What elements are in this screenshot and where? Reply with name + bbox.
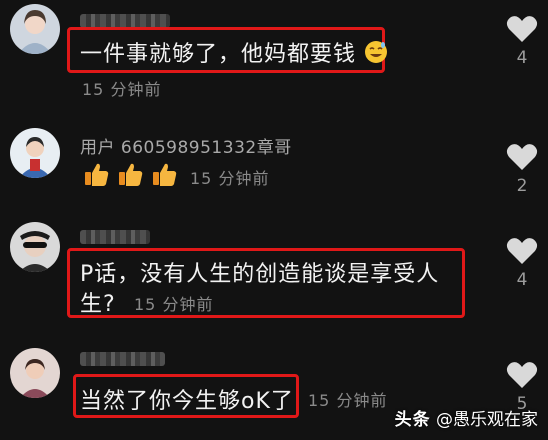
user-avatar-icon (10, 222, 60, 272)
comment-timestamp: 15 分钟前 (134, 295, 214, 314)
user-avatar-icon (10, 4, 60, 54)
like-count: 4 (516, 48, 528, 68)
avatar[interactable] (10, 128, 60, 178)
avatar[interactable] (10, 222, 60, 272)
comment-text: 当然了你今生够oK了 (80, 389, 294, 414)
username-redacted (80, 14, 170, 28)
thumbs-up-icon (119, 163, 143, 186)
avatar[interactable] (10, 4, 60, 54)
comment-timestamp: 15 分钟前 (308, 391, 388, 410)
comment-text-line2: 生? (80, 292, 116, 317)
like-count: 4 (516, 270, 528, 290)
comment-text-content: 一件事就够了，他妈都要钱 (80, 42, 357, 67)
username[interactable]: 用户 660598951332章哥 (80, 133, 292, 158)
heart-icon (506, 238, 538, 264)
comment-timestamp: 15 分钟前 (82, 80, 162, 99)
comment-item: 一件事就够了，他妈都要钱 15 分钟前 4 (0, 0, 548, 110)
comment-timestamp: 15 分钟前 (190, 169, 270, 188)
thumbs-up-icon (153, 163, 177, 186)
heart-icon (506, 362, 538, 388)
like-button[interactable]: 2 (502, 142, 542, 196)
comment-text-line1: P话，没有人生的创造能谈是享受人 (80, 262, 440, 287)
heart-icon (506, 144, 538, 170)
watermark: 头条 @愚乐观在家 (395, 405, 538, 430)
thumbs-up-icon (85, 163, 109, 186)
user-avatar-icon (10, 128, 60, 178)
heart-icon (506, 16, 538, 42)
username-redacted (80, 230, 150, 244)
like-button[interactable]: 4 (502, 14, 542, 68)
username-redacted (80, 352, 165, 366)
watermark-account: @愚乐观在家 (436, 410, 538, 430)
thumbs-up-emojis (82, 160, 178, 188)
like-button[interactable]: 4 (502, 236, 542, 290)
avatar[interactable] (10, 348, 60, 398)
user-avatar-icon (10, 348, 60, 398)
grinning-face-sweat-icon (364, 40, 388, 70)
watermark-brand: 头条 (394, 410, 431, 430)
like-count: 2 (516, 176, 528, 196)
comment-text: 一件事就够了，他妈都要钱 (80, 36, 388, 70)
